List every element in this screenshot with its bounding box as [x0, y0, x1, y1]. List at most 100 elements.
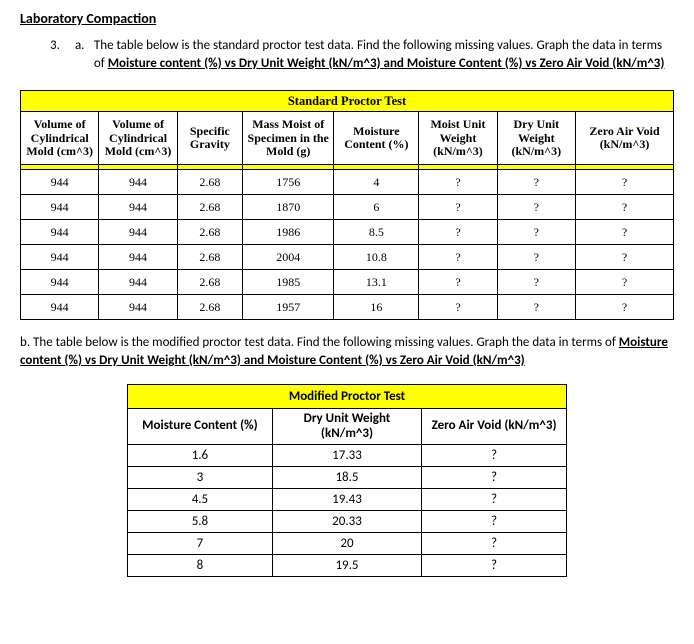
cell: 2.68 [177, 170, 242, 195]
cell: 2.68 [177, 295, 242, 320]
t1-h6: Dry Unit Weight (kN/m^3) [497, 112, 575, 165]
cell: 10.8 [334, 245, 419, 270]
cell: 1870 [243, 195, 334, 220]
t1-h1: Volume of Cylindrical Mold (cm^3) [99, 112, 177, 165]
q-number: 3. [50, 37, 72, 55]
cell: 944 [99, 220, 177, 245]
table-row: 819.5? [128, 555, 567, 577]
cell: ? [497, 170, 575, 195]
cell: ? [576, 295, 674, 320]
cell: ? [422, 511, 567, 533]
cell: 944 [21, 245, 99, 270]
t1-h7: Zero Air Void (kN/m^3) [576, 112, 674, 165]
cell: 944 [99, 295, 177, 320]
cell: 3 [128, 467, 273, 489]
cell: ? [422, 467, 567, 489]
table-row: 9449442.6818706??? [21, 195, 674, 220]
cell: 1986 [243, 220, 334, 245]
q-text-underline: Moisture content (%) vs Dry Unit Weight … [108, 56, 665, 71]
table-row: 9449442.6819868.5??? [21, 220, 674, 245]
t2-title: Modified Proctor Test [128, 384, 567, 408]
cell: 1957 [243, 295, 334, 320]
cell: 4.5 [128, 489, 273, 511]
cell: 2.68 [177, 220, 242, 245]
cell: ? [576, 270, 674, 295]
cell: ? [497, 220, 575, 245]
cell: 8.5 [334, 220, 419, 245]
t2-h2: Zero Air Void (kN/m^3) [422, 408, 567, 445]
cell: 4 [334, 170, 419, 195]
cell: 5.8 [128, 511, 273, 533]
cell: ? [419, 295, 497, 320]
cell: ? [497, 270, 575, 295]
cell: 20.33 [272, 511, 421, 533]
cell: ? [576, 220, 674, 245]
table-row: 9449442.68200410.8??? [21, 245, 674, 270]
cell: 2.68 [177, 195, 242, 220]
cell: 13.1 [334, 270, 419, 295]
table-row: 318.5? [128, 467, 567, 489]
t2-h1: Dry Unit Weight (kN/m^3) [272, 408, 421, 445]
cell: ? [419, 270, 497, 295]
cell: 944 [99, 245, 177, 270]
cell: 17.33 [272, 445, 421, 467]
cell: 2.68 [177, 270, 242, 295]
cell: 8 [128, 555, 273, 577]
question-3b: b. The table below is the modified proct… [20, 334, 674, 369]
t1-h4: Moisture Content (%) [334, 112, 419, 165]
modified-proctor-table: Modified Proctor Test Moisture Content (… [127, 384, 567, 578]
table-row: 9449442.68195716??? [21, 295, 674, 320]
cell: ? [497, 195, 575, 220]
cell: 6 [334, 195, 419, 220]
cell: 944 [21, 170, 99, 195]
cell: 944 [99, 270, 177, 295]
cell: 944 [21, 220, 99, 245]
cell: ? [422, 489, 567, 511]
cell: ? [419, 220, 497, 245]
cell: ? [419, 245, 497, 270]
cell: ? [422, 533, 567, 555]
cell: 2004 [243, 245, 334, 270]
cell: 944 [21, 295, 99, 320]
part-b-lead: b. The table below is the modified proct… [20, 335, 619, 350]
cell: 944 [21, 270, 99, 295]
table-row: 9449442.6817564??? [21, 170, 674, 195]
t2-h0: Moisture Content (%) [128, 408, 273, 445]
cell: 944 [99, 170, 177, 195]
cell: 2.68 [177, 245, 242, 270]
cell: ? [576, 170, 674, 195]
cell: ? [419, 170, 497, 195]
table-row: 5.820.33? [128, 511, 567, 533]
table-row: 4.519.43? [128, 489, 567, 511]
t1-body: 9449442.6817564??? 9449442.6818706??? 94… [21, 170, 674, 320]
cell: ? [422, 555, 567, 577]
cell: 944 [21, 195, 99, 220]
table-row: 1.617.33? [128, 445, 567, 467]
t1-h0: Volume of Cylindrical Mold (cm^3) [21, 112, 99, 165]
cell: ? [422, 445, 567, 467]
question-3a: 3. a. The table below is the standard pr… [50, 37, 674, 72]
cell: 1756 [243, 170, 334, 195]
q-text: The table below is the standard proctor … [94, 37, 674, 72]
cell: ? [576, 245, 674, 270]
cell: 1.6 [128, 445, 273, 467]
page-title: Laboratory Compaction [20, 10, 674, 27]
cell: 1985 [243, 270, 334, 295]
table-row: 9449442.68198513.1??? [21, 270, 674, 295]
standard-proctor-table: Standard Proctor Test Volume of Cylindri… [20, 90, 674, 320]
cell: 20 [272, 533, 421, 555]
cell: 18.5 [272, 467, 421, 489]
t1-title: Standard Proctor Test [21, 91, 674, 112]
cell: 944 [99, 195, 177, 220]
cell: ? [497, 245, 575, 270]
cell: ? [419, 195, 497, 220]
t2-body: 1.617.33? 318.5? 4.519.43? 5.820.33? 720… [128, 445, 567, 577]
cell: 19.43 [272, 489, 421, 511]
cell: 19.5 [272, 555, 421, 577]
cell: ? [576, 195, 674, 220]
t1-h5: Moist Unit Weight (kN/m^3) [419, 112, 497, 165]
cell: 7 [128, 533, 273, 555]
cell: ? [497, 295, 575, 320]
cell: 16 [334, 295, 419, 320]
t1-h2: Specific Gravity [177, 112, 242, 165]
